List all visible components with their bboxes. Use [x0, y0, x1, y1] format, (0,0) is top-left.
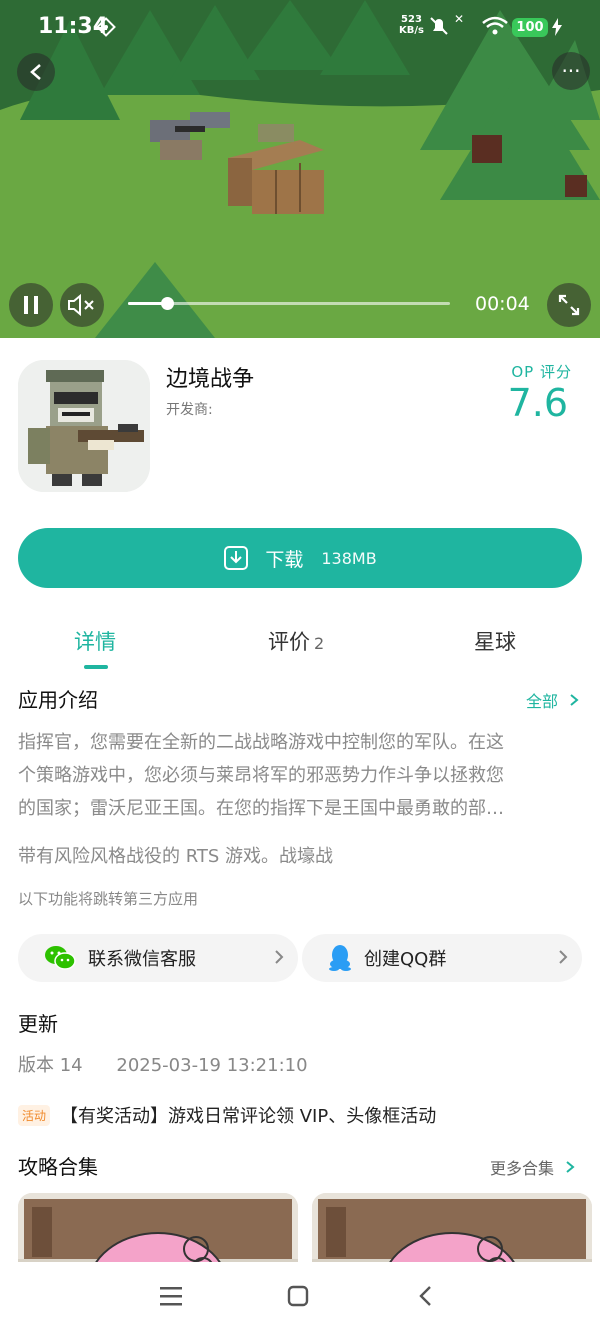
app-name: 边境战争: [166, 367, 255, 392]
back-button[interactable]: [17, 53, 55, 91]
speaker-muted-icon: [68, 294, 94, 316]
chevron-left-icon: [30, 64, 41, 80]
charging-icon: [552, 18, 562, 40]
qq-icon: [329, 945, 351, 971]
pause-button[interactable]: [9, 283, 53, 327]
intro-tagline: 带有风险风格战役的 RTS 游戏。战壕战: [18, 846, 334, 867]
tab-details[interactable]: 详情: [74, 626, 116, 656]
chevron-right-icon: [559, 950, 568, 964]
more-options-button[interactable]: ···: [552, 52, 590, 90]
intro-description: 指挥官，您需要在全新的二战战略游戏中控制您的军队。在这 个策略游戏中，您必须与莱…: [18, 732, 504, 819]
nfc-icon: [96, 17, 116, 41]
active-tab-indicator: [84, 665, 108, 669]
developer-label: 开发商:: [166, 402, 213, 418]
menu-icon[interactable]: [160, 1286, 182, 1306]
chevron-right-icon: [570, 694, 579, 706]
guides-title: 攻略合集: [18, 1155, 98, 1179]
video-elapsed-time: 00:04: [475, 293, 530, 315]
net-speed: 523 KB/s: [399, 14, 424, 36]
pause-icon: [24, 296, 38, 314]
score-value: 7.6: [507, 381, 568, 425]
more-dots-icon: ···: [561, 59, 581, 83]
video-progress-knob[interactable]: [160, 297, 174, 310]
video-player[interactable]: 11:34 523 KB/s ✕ 100 ··· 00:04: [0, 0, 600, 338]
download-label: 下载: [265, 548, 304, 571]
chevron-right-icon: [566, 1161, 575, 1173]
version-number: 版本 14: [18, 1055, 83, 1076]
intro-title: 应用介绍: [18, 688, 98, 712]
back-nav-icon[interactable]: [418, 1285, 432, 1307]
wechat-icon: [45, 946, 76, 970]
wechat-service-button[interactable]: 联系微信客服: [18, 934, 298, 982]
download-icon: [224, 546, 249, 570]
update-date: 2025-03-19 13:21:10: [116, 1055, 308, 1076]
wechat-service-label: 联系微信客服: [88, 949, 196, 970]
version-info: 版本 14 2025-03-19 13:21:10: [18, 1051, 308, 1077]
review-count: 2: [314, 634, 325, 653]
score-label: OP 评分: [511, 363, 572, 381]
third-party-note: 以下功能将跳转第三方应用: [18, 890, 199, 908]
update-title: 更新: [18, 1012, 58, 1036]
download-size: 138MB: [321, 548, 377, 568]
activity-text: 【有奖活动】游戏日常评论领 VIP、头像框活动: [60, 1106, 437, 1127]
home-icon[interactable]: [287, 1285, 309, 1307]
wifi-icon: [482, 16, 508, 40]
expand-icon: [558, 294, 580, 316]
battery-indicator: 100: [512, 18, 548, 37]
guides-more-link[interactable]: 更多合集: [490, 1155, 575, 1179]
create-qq-group-label: 创建QQ群: [364, 949, 447, 970]
create-qq-group-button[interactable]: 创建QQ群: [302, 934, 582, 982]
tab-planet[interactable]: 星球: [474, 626, 516, 656]
chevron-right-icon: [275, 950, 284, 964]
mute-button[interactable]: [60, 283, 104, 327]
video-progress-bar[interactable]: [128, 297, 450, 310]
fullscreen-button[interactable]: [547, 283, 591, 327]
activity-banner[interactable]: 活动 【有奖活动】游戏日常评论领 VIP、头像框活动: [18, 1102, 436, 1128]
system-navigation-bar: [0, 1262, 600, 1333]
tab-reviews[interactable]: 评价 2: [268, 626, 324, 656]
download-button[interactable]: 下载 138MB: [18, 528, 582, 588]
intro-all-link[interactable]: 全部: [526, 688, 579, 712]
status-bar: 11:34 523 KB/s ✕ 100: [0, 0, 600, 52]
activity-badge: 活动: [18, 1104, 51, 1126]
app-icon: [18, 360, 150, 492]
mute-bell-icon: [428, 15, 450, 41]
close-small-icon: ✕: [454, 12, 465, 26]
